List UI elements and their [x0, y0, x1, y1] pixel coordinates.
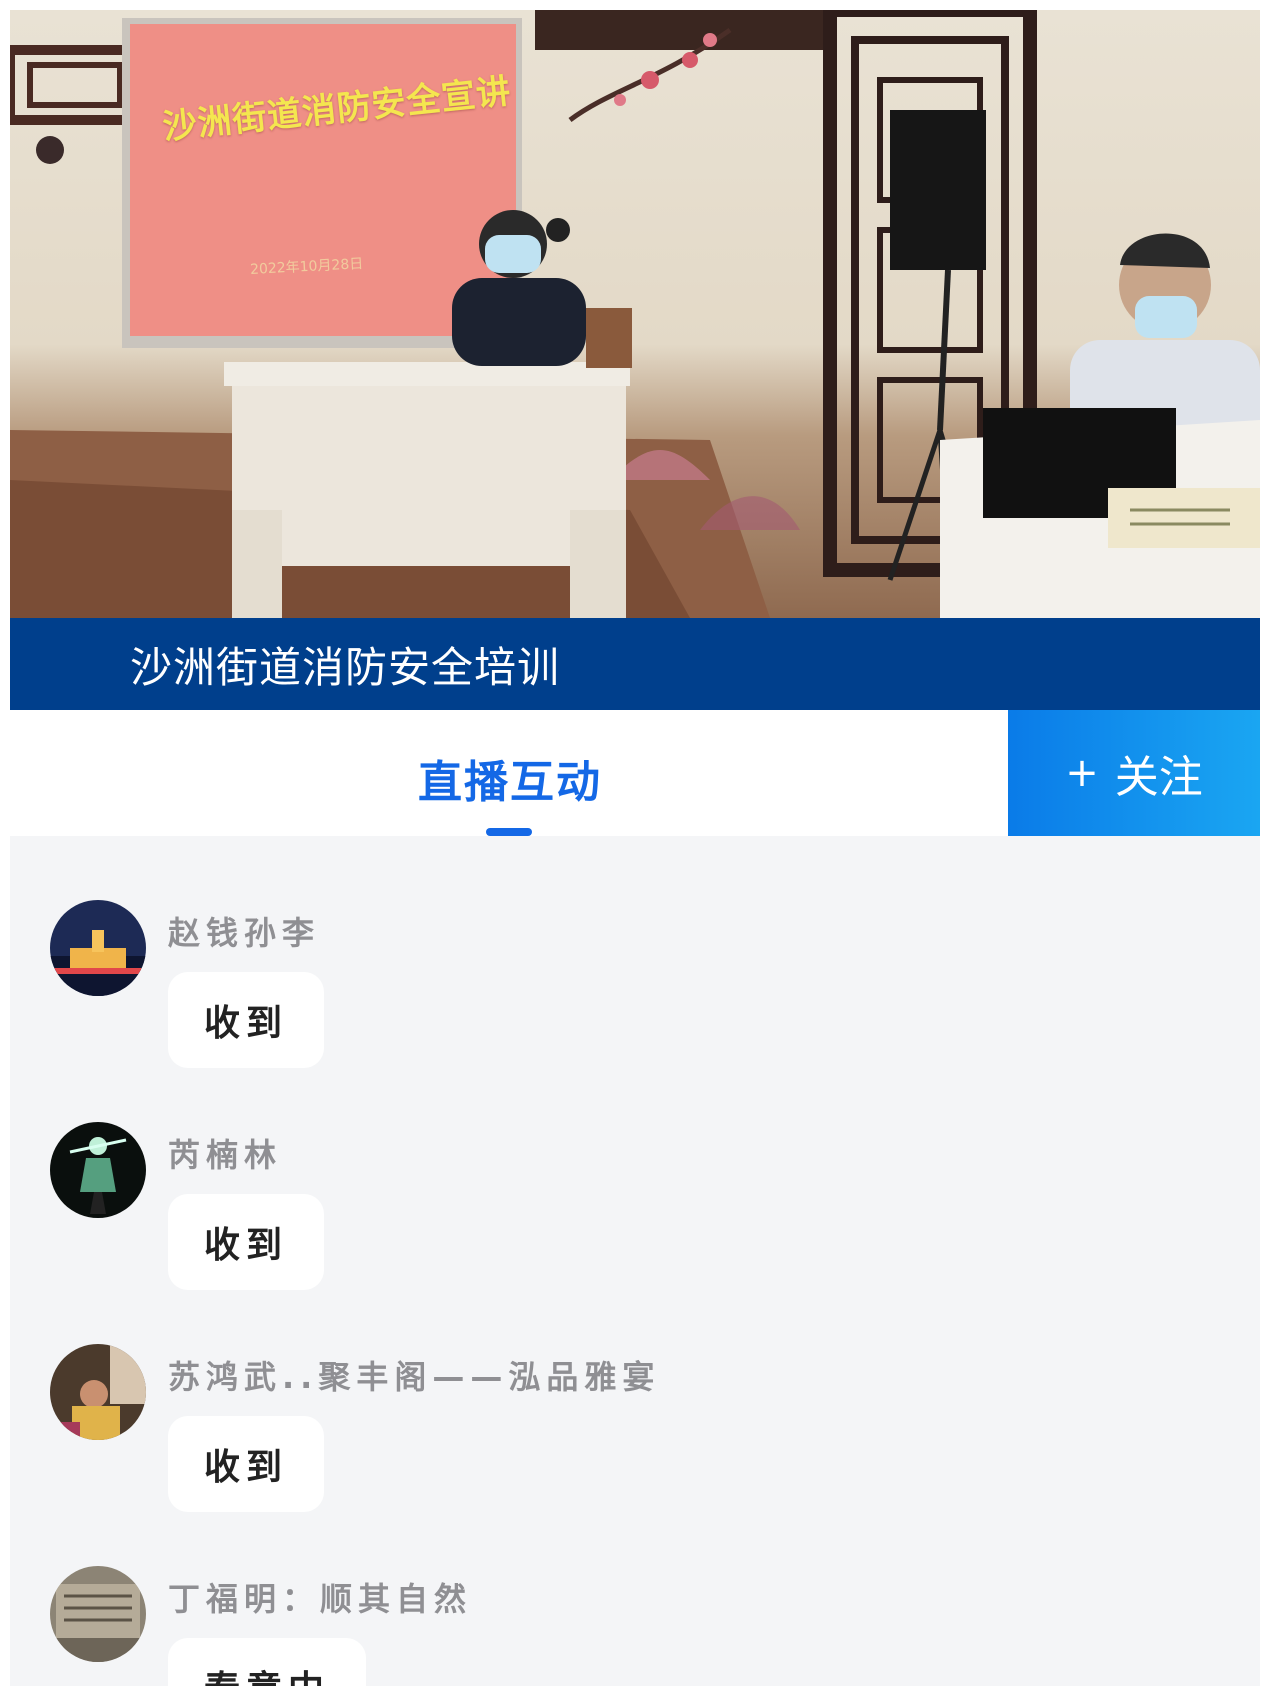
username: 赵钱孙李 [168, 914, 321, 952]
avatar[interactable] [50, 1122, 146, 1218]
follow-label: 关注 [1114, 752, 1203, 803]
tab-bar: 直播互动 + 关注 [10, 710, 1260, 836]
live-stream-page: 沙洲街道消防安全宣讲 2022年10月28日 沙洲街道消防安全培训 直播互动 +… [10, 10, 1260, 1686]
live-title: 沙洲街道消防安全培训 [130, 642, 561, 692]
plus-icon: + [1065, 750, 1099, 796]
live-title-bar: 沙洲街道消防安全培训 [10, 618, 1260, 710]
follow-button[interactable]: + 关注 [1008, 710, 1260, 836]
avatar[interactable] [50, 900, 146, 996]
live-video-player[interactable]: 沙洲街道消防安全宣讲 2022年10月28日 [10, 10, 1260, 618]
avatar-image [50, 1122, 146, 1218]
username: 丁福明：顺其自然 [168, 1580, 473, 1618]
message-bubble: 收到 [168, 1194, 325, 1290]
username: 苏鸿武..聚丰阁——泓品雅宴 [168, 1358, 661, 1396]
avatar-image [50, 1566, 146, 1662]
avatar-image [50, 900, 146, 996]
avatar-image [50, 1344, 146, 1440]
tab-live-interaction[interactable]: 直播互动 [418, 746, 602, 810]
message-bubble: 收到 [168, 972, 325, 1068]
message-bubble: 收到 [168, 1416, 325, 1512]
avatar[interactable] [50, 1566, 146, 1662]
tab-active-indicator [486, 828, 532, 836]
avatar[interactable] [50, 1344, 146, 1440]
username: 芮楠林 [168, 1136, 283, 1174]
message-bubble: 春意中 [168, 1638, 367, 1686]
chat-list[interactable]: 赵钱孙李 收到 芮楠林 收到 苏鸿武..聚丰阁——泓品雅宴 收到 丁福明：顺其自… [10, 848, 1260, 1686]
